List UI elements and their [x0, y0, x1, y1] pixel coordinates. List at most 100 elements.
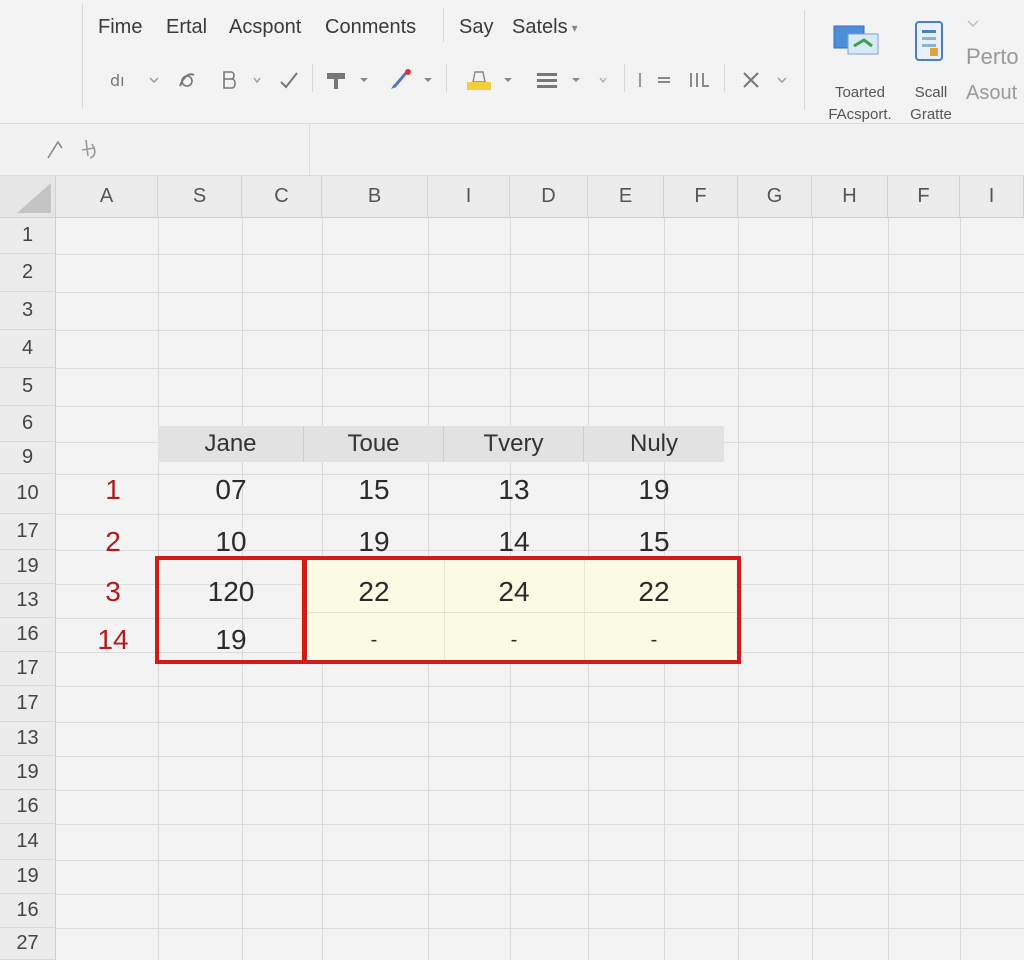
table-export-icon[interactable]: [828, 20, 890, 64]
grid-line: [56, 790, 1024, 791]
grid-line: [56, 722, 1024, 723]
row-header-12[interactable]: 16: [0, 618, 56, 652]
row-header-14[interactable]: 17: [0, 686, 56, 722]
row-header-21[interactable]: 27: [0, 928, 56, 960]
side-label-1[interactable]: Perto: [966, 44, 1019, 70]
menu-satels-label: Satels: [512, 16, 568, 38]
chevron-down-icon[interactable]: [774, 66, 790, 94]
table-row-label: 1: [105, 474, 121, 505]
row-header-4[interactable]: 4: [0, 330, 56, 368]
toolbar-separator: [312, 64, 313, 92]
col-header-6[interactable]: D: [510, 176, 588, 218]
menu-edit[interactable]: Ertal: [166, 16, 207, 39]
export-button-label[interactable]: Toarted FAcsport.: [820, 82, 900, 126]
row-header-2[interactable]: 2: [0, 254, 56, 292]
row-header-16[interactable]: 19: [0, 756, 56, 790]
indent-icon[interactable]: [632, 66, 648, 94]
table-cell[interactable]: 07: [158, 466, 304, 514]
brush-color-icon[interactable]: [384, 66, 418, 94]
col-header-11[interactable]: F: [888, 176, 960, 218]
row-header-7[interactable]: 9: [0, 442, 56, 474]
col-header-12[interactable]: I: [960, 176, 1024, 218]
scale-document-icon[interactable]: [908, 18, 954, 68]
row-header-20[interactable]: 16: [0, 894, 56, 928]
scale-button-label[interactable]: Scall Gratte: [896, 82, 966, 126]
chevron-down-icon[interactable]: [966, 16, 980, 27]
table-row-label: 14: [97, 624, 129, 655]
grid-line: [56, 824, 1024, 825]
row-header-11[interactable]: 13: [0, 584, 56, 618]
chevron-down-icon[interactable]: [420, 66, 436, 94]
chevron-down-icon[interactable]: [596, 66, 610, 94]
row-header-19[interactable]: 19: [0, 860, 56, 894]
table-cell[interactable]: 13: [444, 466, 584, 514]
table-cell[interactable]: 15: [304, 466, 444, 514]
chevron-down-icon[interactable]: [144, 66, 164, 94]
chevron-down-icon[interactable]: [568, 66, 584, 94]
bold-icon[interactable]: [216, 66, 242, 94]
table-header-cell[interactable]: Toue: [304, 426, 444, 462]
grid-line: [56, 330, 1024, 331]
row-header-17[interactable]: 16: [0, 790, 56, 824]
grid-line: [56, 928, 1024, 929]
grid-line: [56, 756, 1024, 757]
toolbar-separator: [724, 64, 725, 92]
row-header-3[interactable]: 3: [0, 292, 56, 330]
menu-comments[interactable]: Conments: [325, 16, 416, 39]
toolbar-separator: [446, 64, 447, 92]
col-header-4[interactable]: B: [322, 176, 428, 218]
fx-label[interactable]: [44, 136, 114, 170]
row-header-1[interactable]: 1: [0, 218, 56, 254]
svg-text:dı: dı: [110, 71, 125, 90]
col-header-3[interactable]: C: [242, 176, 322, 218]
col-header-5[interactable]: I: [428, 176, 510, 218]
row-header-18[interactable]: 14: [0, 824, 56, 860]
col-header-9[interactable]: G: [738, 176, 812, 218]
chevron-down-icon[interactable]: [250, 66, 264, 94]
font-icon[interactable]: dı: [104, 66, 134, 94]
col-header-7[interactable]: E: [588, 176, 664, 218]
select-all-triangle-icon: [17, 183, 51, 213]
export-button-line2: FAcsport.: [828, 106, 892, 123]
row-header-5[interactable]: 5: [0, 368, 56, 406]
grid-line: [56, 292, 1024, 293]
grid-line: [56, 894, 1024, 895]
menu-say[interactable]: Say: [459, 16, 493, 39]
menu-file[interactable]: Fime: [98, 16, 142, 39]
select-all-corner[interactable]: [0, 176, 56, 218]
fill-color-icon[interactable]: [462, 66, 496, 94]
grid-line: [56, 686, 1024, 687]
clear-icon[interactable]: [736, 66, 766, 94]
chevron-down-icon[interactable]: [356, 66, 372, 94]
table-header-cell[interactable]: Tvery: [444, 426, 584, 462]
pen-icon[interactable]: [172, 66, 202, 94]
col-header-2[interactable]: S: [158, 176, 242, 218]
row-header-10[interactable]: 19: [0, 550, 56, 584]
table-header-cell[interactable]: Nuly: [584, 426, 724, 462]
column-bars-icon[interactable]: [684, 66, 714, 94]
col-header-1[interactable]: A: [56, 176, 158, 218]
row-header-13[interactable]: 17: [0, 652, 56, 686]
menu-insert[interactable]: Acspont: [229, 16, 301, 39]
formula-input[interactable]: [320, 134, 1010, 166]
menu-separator: [443, 8, 444, 42]
side-label-2[interactable]: Asout: [966, 82, 1017, 105]
ribbon-group-separator: [804, 10, 805, 110]
chevron-down-icon: ▾: [571, 20, 578, 35]
export-button-line1: Toarted: [834, 84, 886, 101]
row-header-15[interactable]: 13: [0, 722, 56, 756]
table-header-cell[interactable]: Jane: [158, 426, 304, 462]
check-icon[interactable]: [274, 66, 304, 94]
align-icon[interactable]: [532, 66, 562, 94]
row-header-6[interactable]: 6: [0, 406, 56, 442]
equals-icon[interactable]: [654, 66, 674, 94]
col-header-8[interactable]: F: [664, 176, 738, 218]
row-header-9[interactable]: 17: [0, 514, 56, 550]
col-header-10[interactable]: H: [812, 176, 888, 218]
table-row-label: 3: [105, 576, 121, 607]
menu-satels[interactable]: Satels ▾: [512, 16, 578, 39]
paint-format-icon[interactable]: [320, 66, 354, 94]
row-header-8[interactable]: 10: [0, 474, 56, 514]
chevron-down-icon[interactable]: [500, 66, 516, 94]
table-cell[interactable]: 19: [584, 466, 724, 514]
